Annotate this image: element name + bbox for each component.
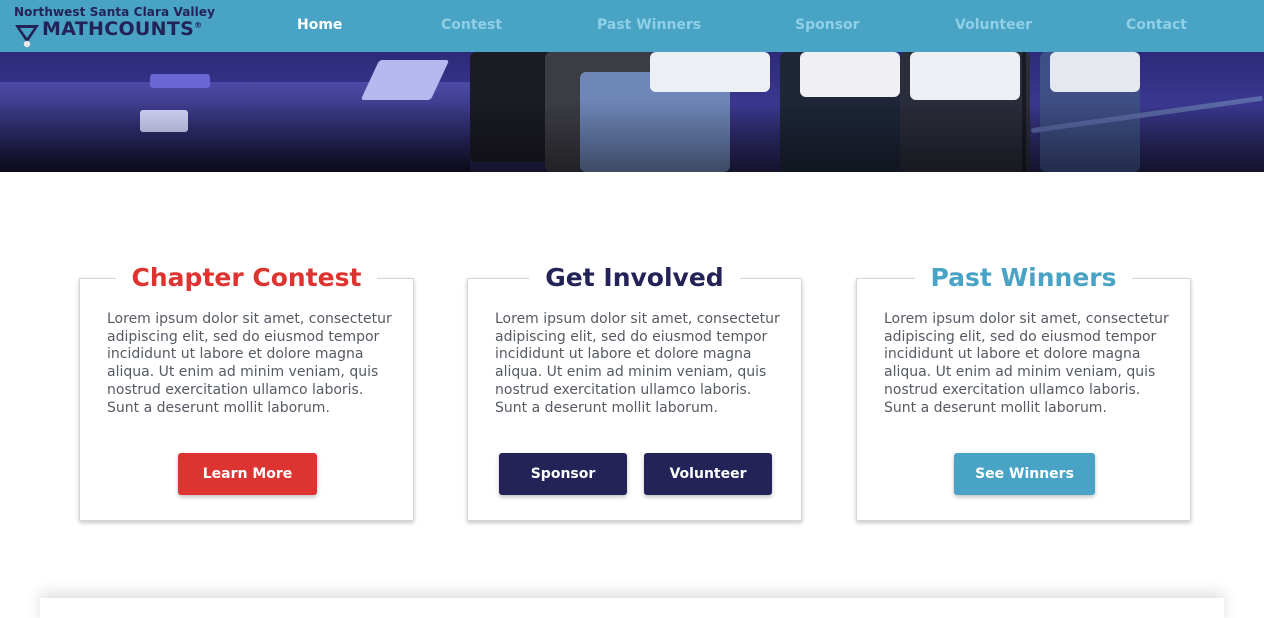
card-body-text: Lorem ipsum dolor sit amet, consectetur … bbox=[107, 311, 392, 416]
mathcounts-logo[interactable]: Northwest Santa Clara Valley MATHCOUNTS® bbox=[12, 5, 217, 48]
learn-more-button[interactable]: Learn More bbox=[178, 453, 317, 495]
hero-shading bbox=[0, 52, 1264, 172]
sponsor-button[interactable]: Sponsor bbox=[499, 453, 627, 495]
card-body-text: Lorem ipsum dolor sit amet, consectetur … bbox=[884, 311, 1169, 416]
hero-photo bbox=[0, 52, 1264, 172]
nav-home[interactable]: Home bbox=[297, 17, 342, 33]
footer-section-edge bbox=[40, 598, 1224, 618]
card-past-winners: Past Winners Lorem ipsum dolor sit amet,… bbox=[856, 262, 1191, 521]
mathcounts-shield-icon bbox=[15, 25, 39, 48]
card-get-involved: Get Involved Lorem ipsum dolor sit amet,… bbox=[467, 262, 802, 521]
card-title: Chapter Contest bbox=[115, 262, 378, 294]
card-title: Get Involved bbox=[529, 262, 740, 294]
nav-contact[interactable]: Contact bbox=[1126, 17, 1187, 33]
card-chapter-contest: Chapter Contest Lorem ipsum dolor sit am… bbox=[79, 262, 414, 521]
volunteer-button[interactable]: Volunteer bbox=[644, 453, 772, 495]
logo-region-text: Northwest Santa Clara Valley bbox=[14, 5, 215, 19]
card-body-text: Lorem ipsum dolor sit amet, consectetur … bbox=[495, 311, 780, 416]
nav-past-winners[interactable]: Past Winners bbox=[597, 17, 701, 33]
top-nav: Northwest Santa Clara Valley MATHCOUNTS®… bbox=[0, 0, 1264, 52]
nav-contest[interactable]: Contest bbox=[441, 17, 502, 33]
card-title: Past Winners bbox=[914, 262, 1133, 294]
logo-wordmark: MATHCOUNTS® bbox=[42, 18, 203, 40]
nav-sponsor[interactable]: Sponsor bbox=[795, 17, 860, 33]
nav-volunteer[interactable]: Volunteer bbox=[955, 17, 1032, 33]
see-winners-button[interactable]: See Winners bbox=[954, 453, 1095, 495]
